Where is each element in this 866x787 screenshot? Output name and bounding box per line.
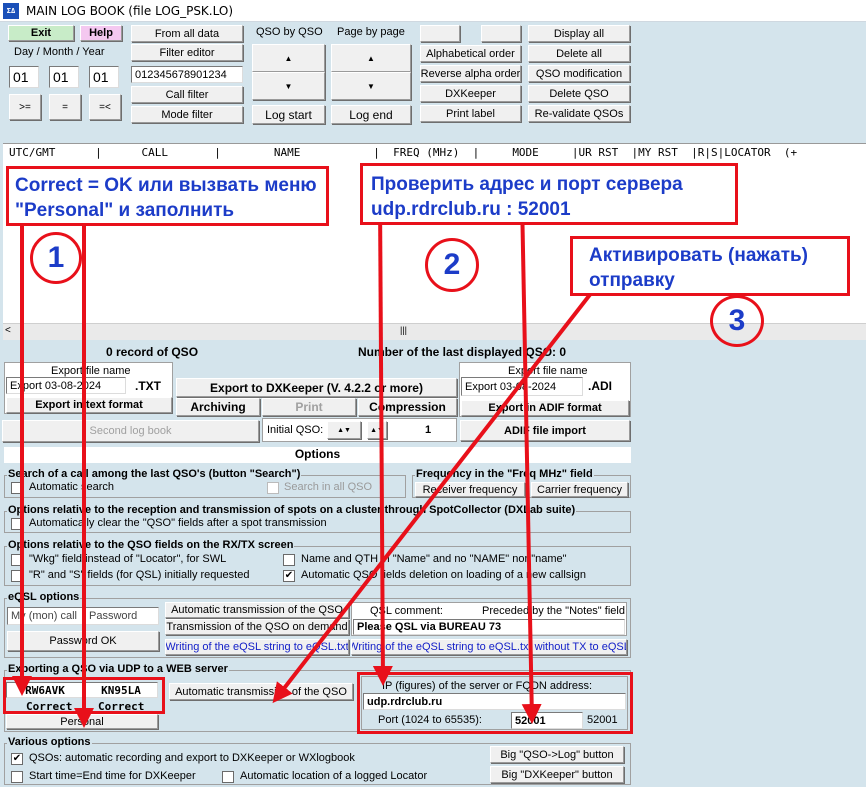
annotation-number-2: 2 bbox=[425, 238, 479, 292]
arrow-3 bbox=[272, 290, 594, 704]
arrow-2b bbox=[520, 197, 542, 724]
annotation-number-1: 1 bbox=[30, 232, 82, 284]
annotation-note-3: Активировать (нажать) отправку bbox=[570, 236, 850, 296]
annotation-number-3: 3 bbox=[710, 295, 764, 347]
annotation-arrows bbox=[12, 197, 594, 728]
annotation-note-2: Проверить адрес и порт сервера udp.rdrcl… bbox=[360, 163, 738, 225]
annotation-note-1: Correct = OK или вызвать меню "Personal"… bbox=[6, 166, 329, 226]
arrow-2a bbox=[372, 197, 393, 686]
